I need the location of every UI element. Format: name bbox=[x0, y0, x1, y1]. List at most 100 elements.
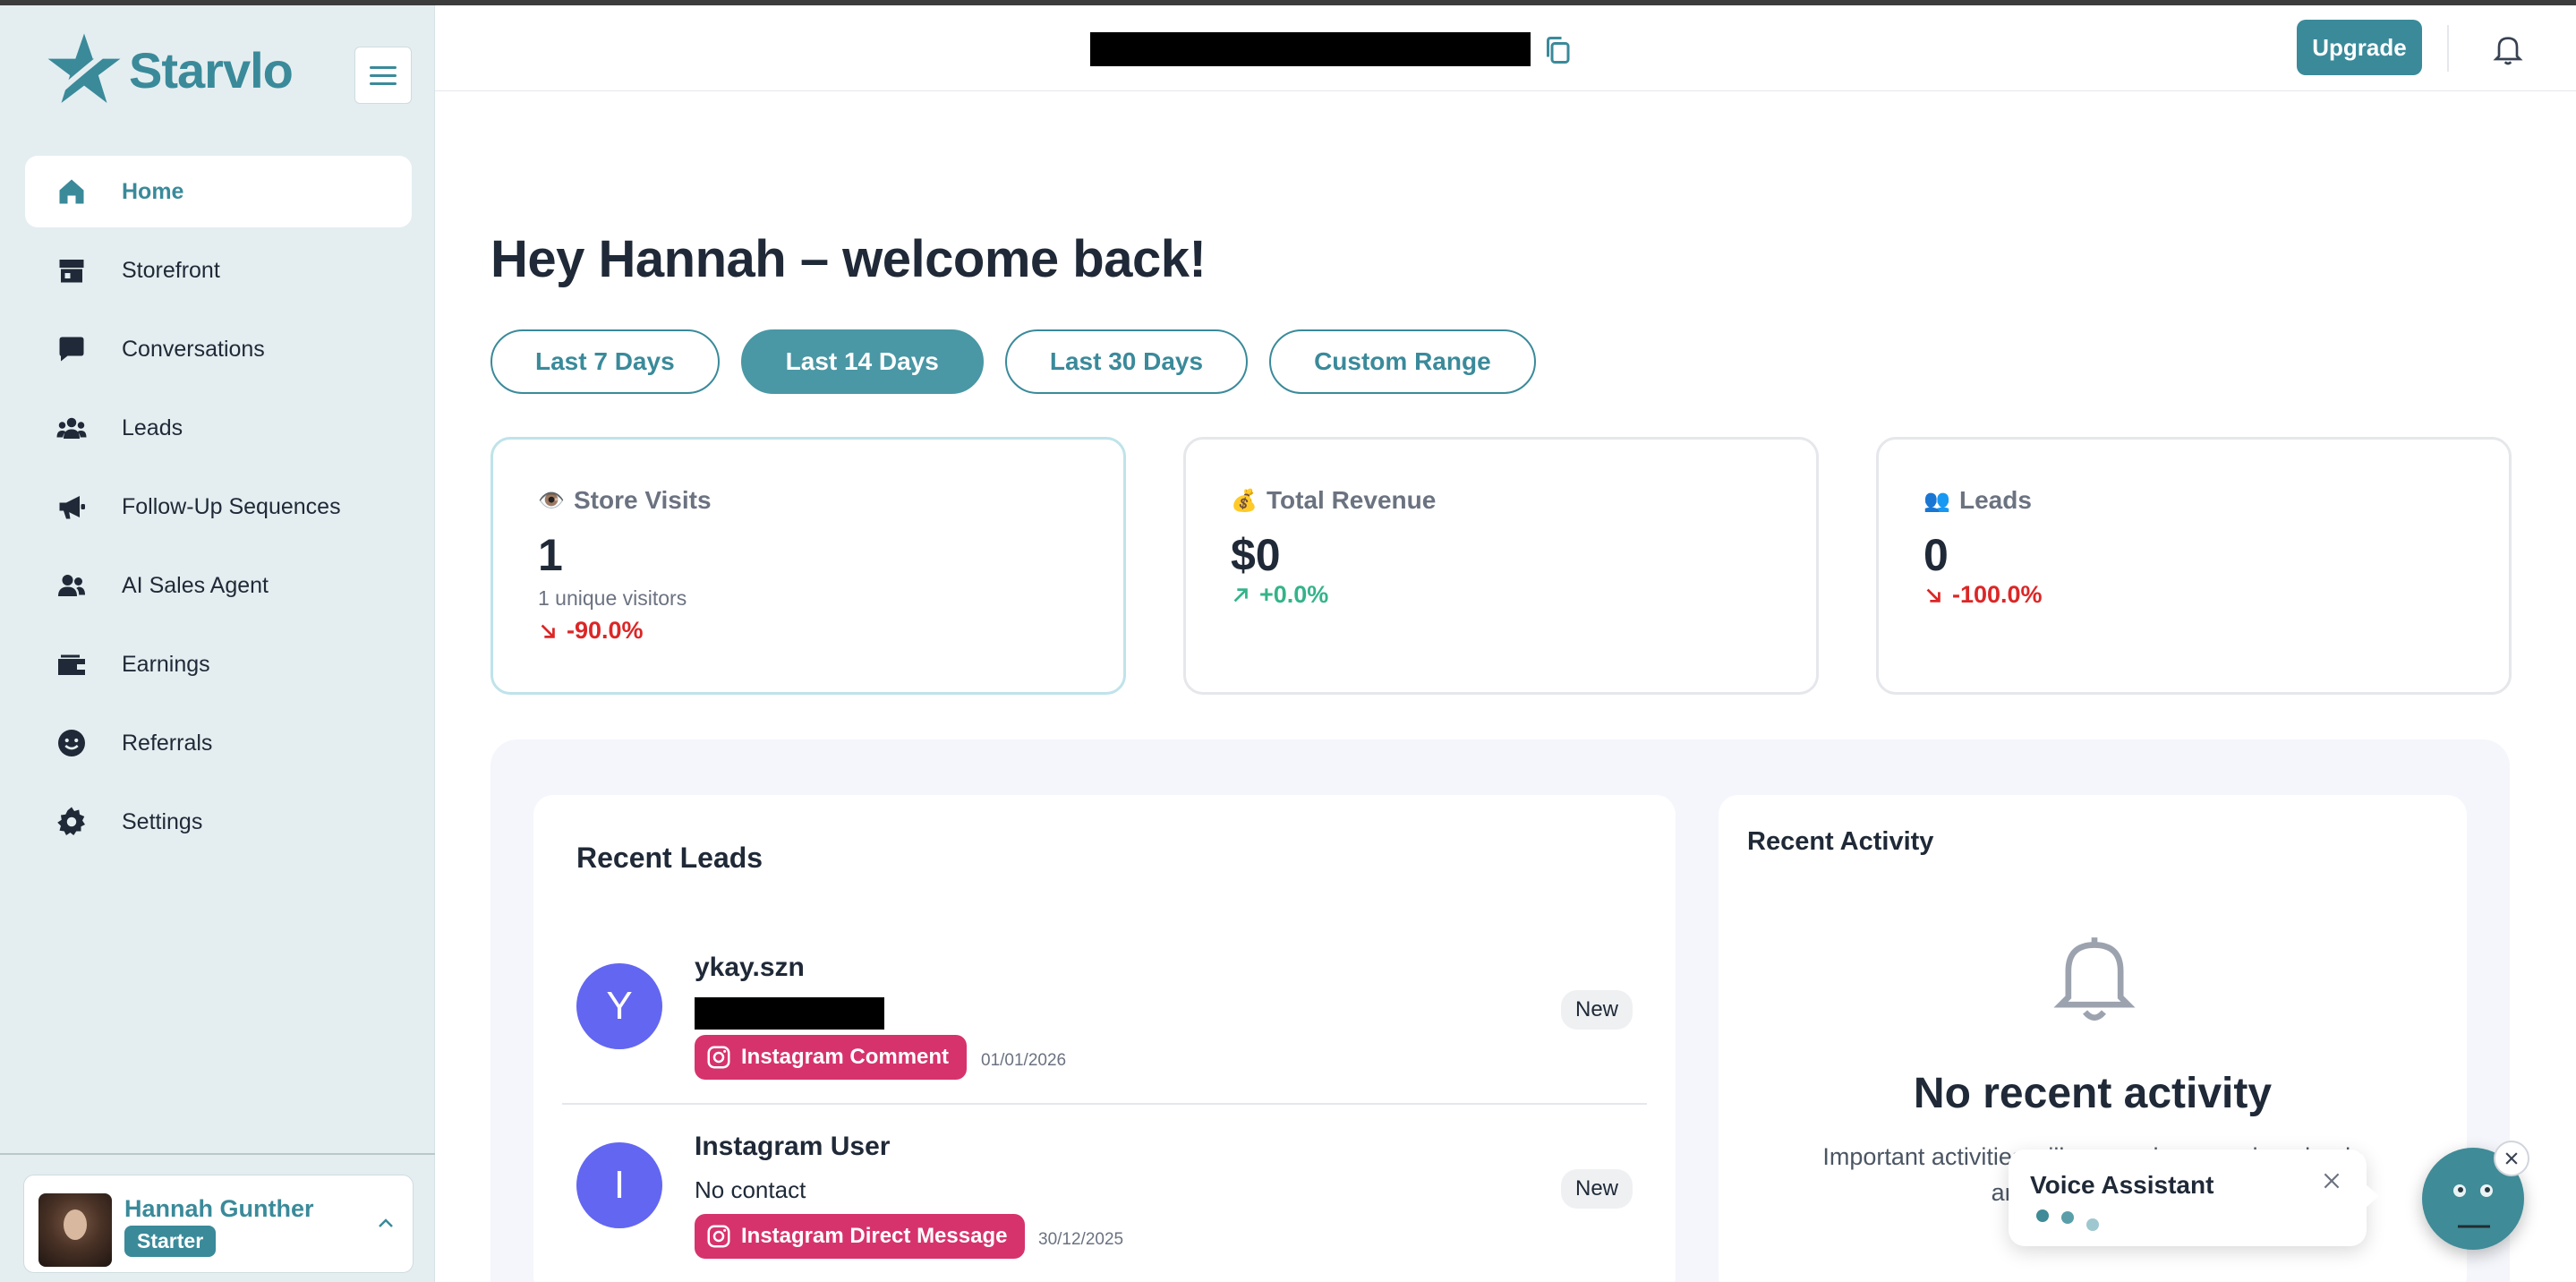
sidebar-item-label: Leads bbox=[122, 415, 183, 440]
sidebar-item-conversations[interactable]: Conversations bbox=[25, 313, 412, 385]
date-range-tabs: Last 7 Days Last 14 Days Last 30 Days Cu… bbox=[490, 329, 1536, 394]
avatar bbox=[38, 1193, 112, 1267]
stat-card-leads[interactable]: 👥 Leads 0 -100.0% bbox=[1876, 437, 2512, 695]
sidebar-item-storefront[interactable]: Storefront bbox=[25, 235, 412, 306]
lead-source-label: Instagram Direct Message bbox=[741, 1224, 1008, 1248]
menu-toggle-button[interactable] bbox=[354, 47, 412, 104]
hamburger-icon-line bbox=[370, 65, 397, 69]
sidebar-item-follow-up-sequences[interactable]: Follow-Up Sequences bbox=[25, 471, 412, 543]
lead-row[interactable]: I Instagram User No contact Instagram Di… bbox=[562, 1105, 1647, 1282]
stat-title: Leads bbox=[1959, 486, 2032, 514]
sidebar-item-label: Conversations bbox=[122, 336, 265, 362]
stat-header: 👥 Leads bbox=[1923, 486, 2032, 515]
stat-title: Store Visits bbox=[574, 486, 712, 514]
recent-leads-card: Recent Leads Y ykay.szn Instagram Commen… bbox=[533, 795, 1676, 1282]
voice-assistant-popup[interactable]: Voice Assistant bbox=[2009, 1150, 2379, 1246]
stat-value: 0 bbox=[1923, 530, 1949, 580]
instagram-icon bbox=[707, 1225, 730, 1248]
lead-name: ykay.szn bbox=[695, 953, 805, 982]
hamburger-icon-line bbox=[370, 81, 397, 85]
star-logo-icon bbox=[47, 33, 121, 103]
storefront-icon bbox=[54, 252, 90, 288]
stat-title: Total Revenue bbox=[1267, 486, 1437, 514]
eye-icon: 👁️ bbox=[538, 488, 565, 513]
status-badge: New bbox=[1560, 990, 1633, 1030]
stat-card-store-visits[interactable]: 👁️ Store Visits 1 1 unique visitors -90.… bbox=[490, 437, 1126, 695]
sidebar: Starvlo Home Storefront Conversations Le… bbox=[0, 5, 435, 1282]
lead-row[interactable]: Y ykay.szn Instagram Comment 01/01/2026 … bbox=[562, 926, 1647, 1105]
stat-value: $0 bbox=[1231, 530, 1281, 580]
stat-subtext: 1 unique visitors bbox=[538, 586, 687, 610]
lead-avatar: Y bbox=[576, 963, 662, 1049]
chevron-up-icon[interactable] bbox=[375, 1213, 397, 1235]
sidebar-item-label: Referrals bbox=[122, 730, 213, 756]
sidebar-item-earnings[interactable]: Earnings bbox=[25, 628, 412, 700]
bell-icon bbox=[2053, 937, 2136, 1021]
users-icon bbox=[54, 410, 90, 446]
stat-value: 1 bbox=[538, 530, 563, 580]
home-icon bbox=[54, 174, 90, 209]
brand-logo[interactable]: Starvlo bbox=[45, 30, 294, 109]
empty-state-title: No recent activity bbox=[1913, 1070, 2273, 1117]
stat-card-total-revenue[interactable]: 💰 Total Revenue $0 +0.0% bbox=[1183, 437, 1819, 695]
plan-badge: Starter bbox=[124, 1226, 217, 1257]
gear-icon bbox=[54, 804, 90, 840]
stat-header: 💰 Total Revenue bbox=[1231, 486, 1436, 515]
lead-contact: No contact bbox=[695, 1176, 806, 1203]
recent-activity-title: Recent Activity bbox=[1747, 827, 1934, 856]
arrow-up-right-icon bbox=[1233, 587, 1248, 602]
money-bag-icon: 💰 bbox=[1231, 488, 1258, 513]
lead-source-label: Instagram Comment bbox=[741, 1045, 950, 1069]
range-tab-last-7-days[interactable]: Last 7 Days bbox=[490, 329, 720, 394]
instagram-icon bbox=[707, 1046, 730, 1069]
people-icon: 👥 bbox=[1923, 488, 1950, 513]
hamburger-icon-line bbox=[370, 73, 397, 77]
stat-change-value: +0.0% bbox=[1259, 581, 1329, 608]
sidebar-item-label: AI Sales Agent bbox=[122, 572, 269, 598]
voice-assistant-title: Voice Assistant bbox=[2030, 1171, 2214, 1199]
copy-icon[interactable] bbox=[1541, 32, 1574, 68]
recent-leads-title: Recent Leads bbox=[576, 842, 763, 874]
megaphone-icon bbox=[54, 489, 90, 525]
notification-bell-icon[interactable] bbox=[2490, 32, 2526, 68]
sidebar-item-leads[interactable]: Leads bbox=[25, 392, 412, 464]
typing-dots-icon bbox=[2036, 1209, 2099, 1231]
range-tab-last-30-days[interactable]: Last 30 Days bbox=[1004, 329, 1249, 394]
sidebar-item-referrals[interactable]: Referrals bbox=[25, 707, 412, 779]
top-header: Upgrade bbox=[435, 5, 2576, 91]
brand-name: Starvlo bbox=[129, 41, 294, 98]
lead-date: 30/12/2025 bbox=[1038, 1230, 1124, 1249]
lead-name: Instagram User bbox=[695, 1132, 891, 1161]
sidebar-divider bbox=[0, 1153, 435, 1155]
sidebar-item-label: Home bbox=[122, 178, 184, 204]
sidebar-item-ai-sales-agent[interactable]: AI Sales Agent bbox=[25, 550, 412, 621]
sidebar-item-home[interactable]: Home bbox=[25, 156, 412, 227]
upgrade-button[interactable]: Upgrade bbox=[2297, 20, 2422, 75]
range-tab-last-14-days[interactable]: Last 14 Days bbox=[740, 329, 984, 394]
lead-source-badge: Instagram Direct Message bbox=[695, 1214, 1026, 1259]
lead-date: 01/01/2026 bbox=[981, 1051, 1067, 1070]
lead-source-badge: Instagram Comment bbox=[695, 1035, 968, 1080]
voice-assistant-close-button[interactable] bbox=[2494, 1141, 2529, 1176]
redacted-lead-contact bbox=[695, 997, 884, 1030]
close-icon[interactable] bbox=[2320, 1169, 2343, 1192]
stat-change: -100.0% bbox=[1923, 581, 2043, 609]
sidebar-item-label: Earnings bbox=[122, 651, 210, 677]
user-menu[interactable]: Hannah Gunther Starter bbox=[23, 1175, 414, 1273]
stat-header: 👁️ Store Visits bbox=[538, 486, 712, 515]
chat-bubble-icon bbox=[54, 331, 90, 367]
redacted-store-url bbox=[1090, 32, 1531, 66]
arrow-down-right-icon bbox=[1926, 588, 1941, 603]
wallet-icon bbox=[54, 646, 90, 682]
sidebar-item-settings[interactable]: Settings bbox=[25, 786, 412, 858]
page-title: Hey Hannah – welcome back! bbox=[490, 230, 1207, 288]
sidebar-item-label: Settings bbox=[122, 808, 203, 834]
close-icon bbox=[2505, 1152, 2518, 1165]
header-divider bbox=[2447, 25, 2449, 72]
status-badge: New bbox=[1560, 1169, 1633, 1209]
range-tab-custom-range[interactable]: Custom Range bbox=[1269, 329, 1536, 394]
sidebar-item-label: Follow-Up Sequences bbox=[122, 493, 341, 519]
sidebar-item-label: Storefront bbox=[122, 257, 220, 283]
arrow-down-right-icon bbox=[541, 624, 555, 638]
smile-icon bbox=[54, 725, 90, 761]
